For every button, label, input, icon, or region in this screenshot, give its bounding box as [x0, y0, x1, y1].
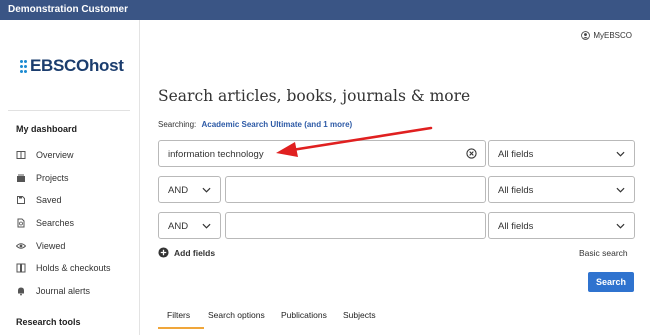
logo-text: EBSCOhost — [30, 56, 124, 75]
search-button[interactable]: Search — [588, 272, 634, 292]
field-select-1[interactable]: All fields — [488, 140, 635, 167]
dashboard-nav: Overview Projects Saved Searches Viewed … — [16, 144, 111, 302]
sidebar-item-projects[interactable]: Projects — [16, 167, 111, 190]
plus-circle-icon — [158, 247, 169, 258]
sidebar-item-overview[interactable]: Overview — [16, 144, 111, 167]
tab-search-options[interactable]: Search options — [208, 310, 265, 320]
sidebar-item-label: Saved — [36, 195, 62, 206]
sidebar: EBSCOhost My dashboard Overview Projects… — [0, 20, 140, 335]
field-select-3[interactable]: All fields — [488, 212, 635, 239]
overview-icon — [16, 150, 26, 160]
boolean-select-3[interactable]: AND — [158, 212, 221, 239]
page-title: Search articles, books, journals & more — [158, 87, 471, 105]
sidebar-item-label: Viewed — [36, 240, 66, 251]
database-link[interactable]: Academic Search Ultimate (and 1 more) — [201, 120, 352, 129]
saved-icon — [16, 195, 26, 205]
search-input[interactable]: information technology — [158, 140, 486, 167]
sidebar-item-label: Journal alerts — [36, 285, 91, 296]
sidebar-item-journal-alerts[interactable]: Journal alerts — [16, 280, 111, 303]
projects-icon — [16, 173, 26, 183]
sidebar-item-viewed[interactable]: Viewed — [16, 234, 111, 257]
chevron-down-icon — [616, 223, 625, 229]
myebsco-link[interactable]: MyEBSCO — [581, 31, 632, 40]
chevron-down-icon — [202, 223, 211, 229]
bell-icon — [16, 286, 26, 296]
query-input-3[interactable] — [225, 212, 486, 239]
tab-filters[interactable]: Filters — [167, 310, 190, 320]
query-input-2[interactable] — [225, 176, 486, 203]
sidebar-item-label: Searches — [36, 218, 75, 229]
clear-icon[interactable] — [466, 148, 477, 159]
sidebar-item-label: Holds & checkouts — [36, 263, 111, 274]
myebsco-label: MyEBSCO — [593, 31, 632, 40]
sidebar-item-holds[interactable]: Holds & checkouts — [16, 257, 111, 280]
user-icon — [581, 31, 591, 40]
active-tab-indicator — [158, 327, 204, 329]
searches-icon — [16, 218, 26, 228]
top-bar: Demonstration Customer — [0, 0, 650, 20]
dashboard-heading: My dashboard — [16, 124, 78, 134]
sidebar-item-searches[interactable]: Searches — [16, 212, 111, 235]
sidebar-item-label: Overview — [36, 150, 74, 161]
logo-dots-icon — [20, 59, 28, 73]
add-fields-button[interactable]: Add fields — [158, 247, 215, 258]
customer-name: Demonstration Customer — [8, 4, 129, 15]
holds-icon — [16, 263, 26, 273]
add-fields-label: Add fields — [174, 247, 216, 258]
boolean-select-value: AND — [168, 185, 189, 196]
searching-label: Searching: — [158, 120, 197, 129]
tab-publications[interactable]: Publications — [281, 310, 327, 320]
sidebar-divider — [8, 110, 130, 111]
sidebar-item-saved[interactable]: Saved — [16, 189, 111, 212]
searching-line: Searching: Academic Search Ultimate (and… — [158, 120, 352, 129]
chevron-down-icon — [616, 187, 625, 193]
field-select-value: All fields — [498, 221, 534, 232]
ebscohost-logo[interactable]: EBSCOhost — [20, 56, 124, 76]
chevron-down-icon — [202, 187, 211, 193]
eye-icon — [16, 241, 26, 251]
search-input-value: information technology — [168, 149, 264, 160]
basic-search-link[interactable]: Basic search — [579, 248, 628, 258]
chevron-down-icon — [616, 151, 625, 157]
research-tools-heading: Research tools — [16, 317, 81, 327]
main-content: MyEBSCO Search articles, books, journals… — [141, 20, 650, 335]
sidebar-item-label: Projects — [36, 172, 69, 183]
boolean-select-2[interactable]: AND — [158, 176, 221, 203]
tab-subjects[interactable]: Subjects — [343, 310, 376, 320]
field-select-2[interactable]: All fields — [488, 176, 635, 203]
field-select-value: All fields — [498, 149, 534, 160]
field-select-value: All fields — [498, 185, 534, 196]
boolean-select-value: AND — [168, 221, 189, 232]
